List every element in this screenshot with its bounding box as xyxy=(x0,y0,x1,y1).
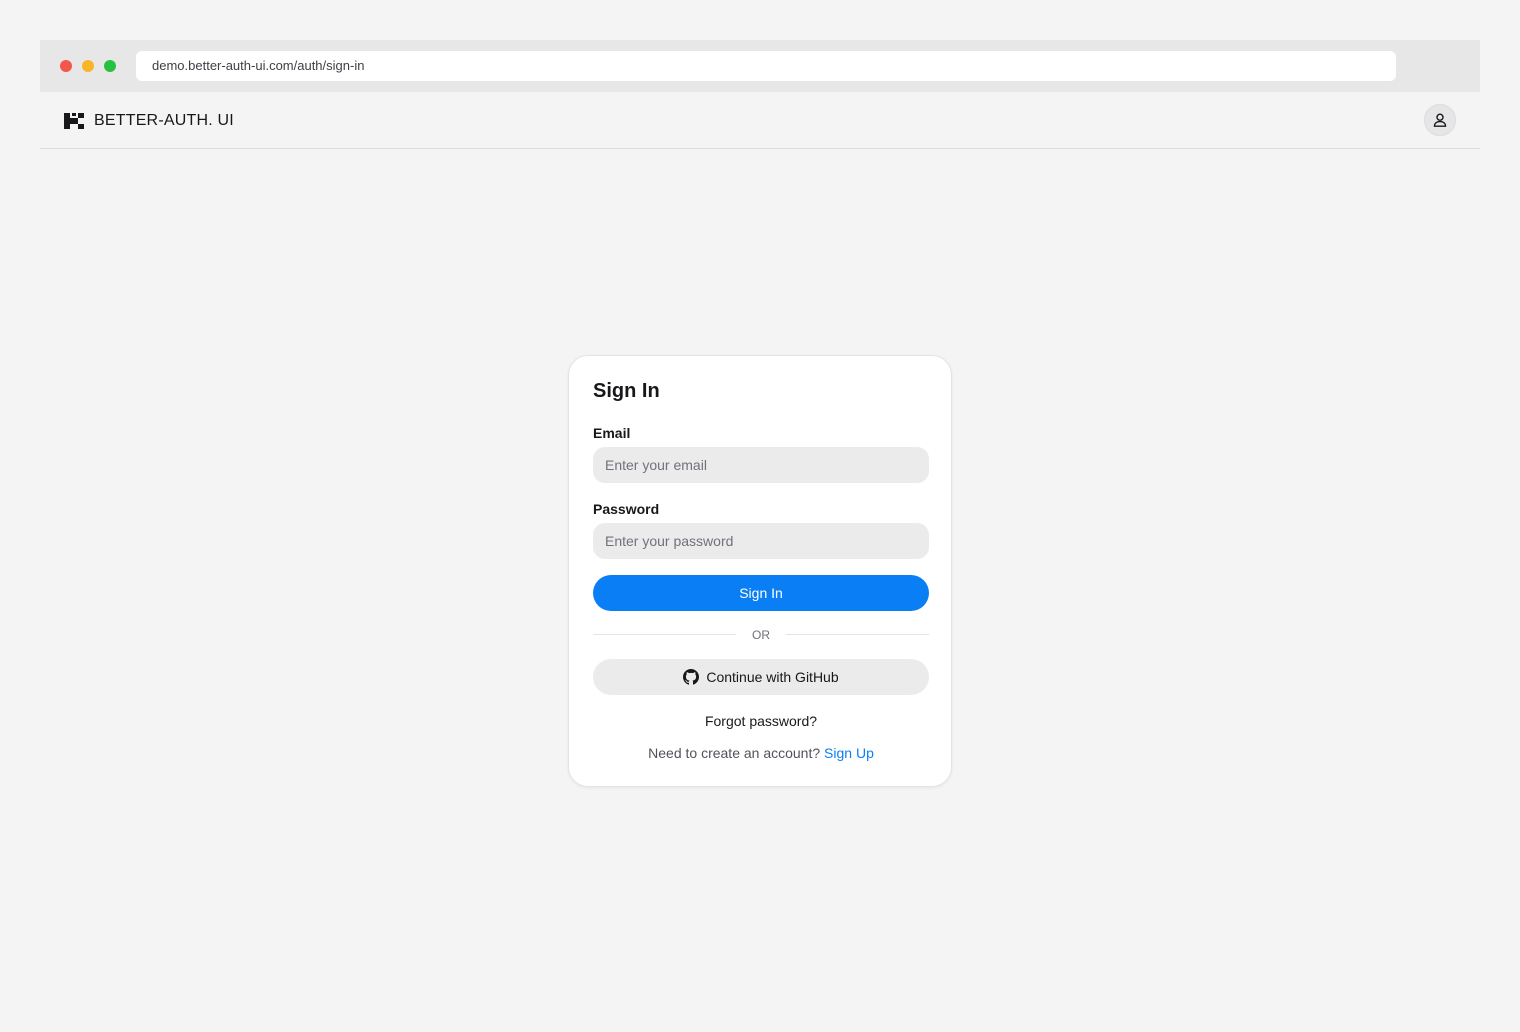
github-icon xyxy=(683,669,700,685)
card-title: Sign In xyxy=(593,380,660,402)
maximize-window-button[interactable] xyxy=(104,60,116,72)
sign-up-prompt: Need to create an account? Sign Up xyxy=(569,745,953,761)
better-auth-logo-icon xyxy=(64,113,84,129)
divider-text: OR xyxy=(752,628,770,642)
password-label: Password xyxy=(593,501,660,517)
or-divider: OR xyxy=(593,627,929,643)
app-header: BETTER-AUTH. UI xyxy=(40,92,1480,149)
email-field[interactable] xyxy=(593,447,929,483)
browser-toolbar: demo.better-auth-ui.com/auth/sign-in xyxy=(40,40,1480,92)
close-window-button[interactable] xyxy=(60,60,72,72)
forgot-password-link[interactable]: Forgot password? xyxy=(569,713,953,729)
sign-in-card: Sign In Email Password Sign In OR Contin… xyxy=(568,355,952,787)
sign-in-button[interactable]: Sign In xyxy=(593,575,929,611)
user-icon xyxy=(1433,113,1447,127)
home-logo-link[interactable]: BETTER-AUTH. UI xyxy=(64,110,234,132)
sign-up-prompt-text: Need to create an account? xyxy=(648,745,821,761)
password-field[interactable] xyxy=(593,523,929,559)
sign-up-link[interactable]: Sign Up xyxy=(824,745,874,761)
browser-window: demo.better-auth-ui.com/auth/sign-in BET… xyxy=(40,40,1480,1032)
github-sign-in-button[interactable]: Continue with GitHub xyxy=(593,659,929,695)
github-button-label: Continue with GitHub xyxy=(706,669,839,685)
address-bar[interactable]: demo.better-auth-ui.com/auth/sign-in xyxy=(136,51,1396,81)
user-menu-button[interactable] xyxy=(1424,104,1456,136)
divider-line xyxy=(786,634,929,635)
minimize-window-button[interactable] xyxy=(82,60,94,72)
brand-name: BETTER-AUTH. UI xyxy=(94,112,234,129)
email-label: Email xyxy=(593,425,631,441)
